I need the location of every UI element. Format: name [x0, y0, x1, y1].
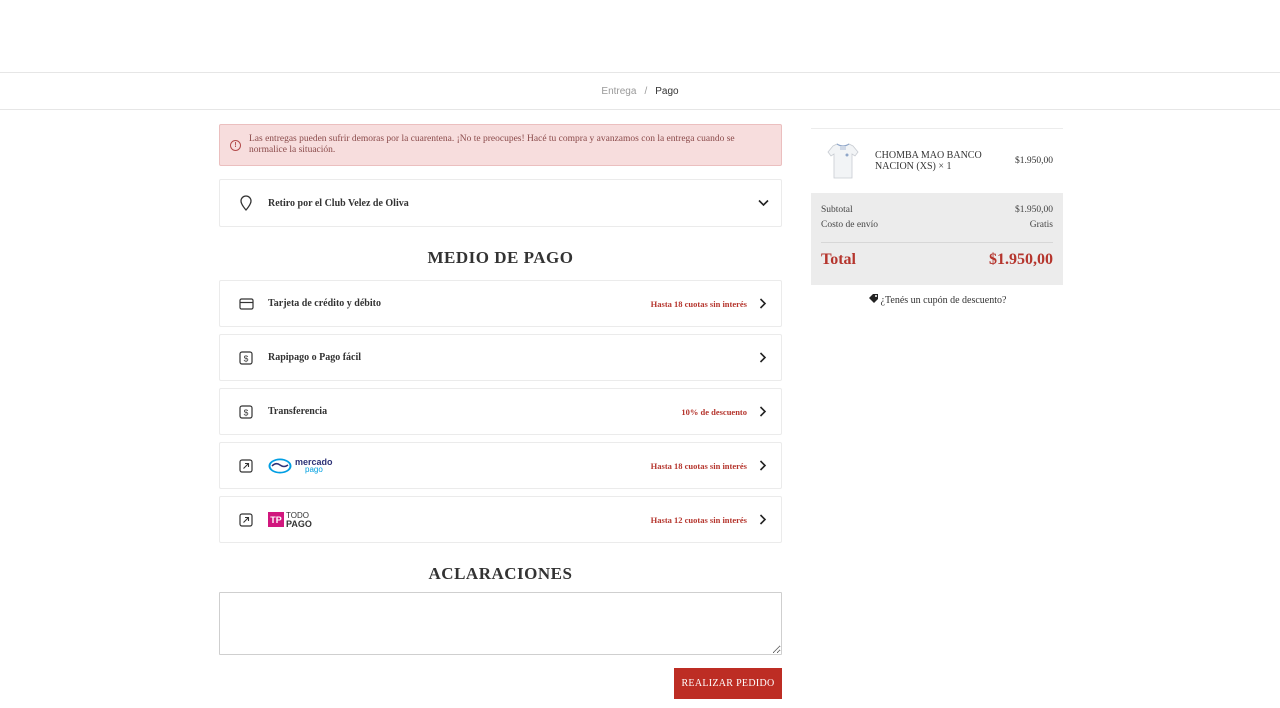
total-label: Total	[821, 251, 856, 268]
payment-option-label: Rapipago o Pago fácil	[268, 352, 362, 363]
breadcrumb-step-pago: Pago	[655, 85, 679, 97]
credit-card-icon	[238, 296, 254, 312]
payment-option-label: Tarjeta de crédito y débito	[268, 298, 381, 309]
cash-icon: $	[238, 404, 254, 420]
payment-option-card[interactable]: Tarjeta de crédito y débito Hasta 18 cuo…	[219, 280, 782, 327]
chevron-right-icon	[757, 352, 769, 364]
payment-method-list: Tarjeta de crédito y débito Hasta 18 cuo…	[219, 280, 782, 543]
cash-icon: $	[238, 350, 254, 366]
chevron-right-icon	[757, 460, 769, 472]
breadcrumb-step-entrega[interactable]: Entrega	[601, 86, 636, 97]
payment-option-promo: Hasta 18 cuotas sin interés	[650, 460, 747, 471]
chevron-right-icon	[757, 298, 769, 310]
info-circle-icon: !	[230, 139, 241, 151]
tag-icon	[868, 293, 879, 307]
payment-option-todopago[interactable]: TP TODO PAGO Hasta 12 cuotas sin interés	[219, 496, 782, 543]
payment-option-transfer[interactable]: $ Transferencia 10% de descuento	[219, 388, 782, 435]
svg-text:$: $	[244, 407, 249, 417]
payment-option-rapipago[interactable]: $ Rapipago o Pago fácil	[219, 334, 782, 381]
shipping-cost-label: Costo de envío	[821, 220, 878, 230]
mercadopago-logo: mercado pago	[268, 457, 651, 474]
shipping-option[interactable]: Retiro por el Club Velez de Oliva	[219, 179, 782, 227]
quarantine-alert: ! Las entregas pueden sufrir demoras por…	[219, 124, 782, 166]
summary-divider	[821, 242, 1053, 243]
subtotal-label: Subtotal	[821, 205, 853, 215]
location-pin-icon	[238, 195, 254, 211]
coupon-link[interactable]: ¿Tenés un cupón de descuento?	[811, 293, 1063, 307]
payment-option-label: Transferencia	[268, 406, 328, 417]
mercadopago-logo-line2: pago	[305, 464, 323, 474]
total-value: $1.950,00	[989, 251, 1053, 268]
payment-option-promo: Hasta 18 cuotas sin interés	[650, 298, 747, 309]
chevron-right-icon	[757, 406, 769, 418]
breadcrumb: Entrega / Pago	[0, 73, 1280, 110]
todopago-badge: TP	[268, 512, 284, 527]
payment-section-title: MEDIO DE PAGO	[427, 248, 574, 267]
svg-text:$: $	[244, 353, 249, 363]
order-totals: Subtotal $1.950,00 Costo de envío Gratis…	[811, 193, 1063, 285]
todopago-logo: TP TODO PAGO	[268, 511, 651, 529]
top-header	[0, 0, 1280, 73]
breadcrumb-separator: /	[644, 85, 648, 97]
product-thumbnail	[827, 143, 859, 179]
order-summary: CHOMBA MAO BANCO NACION (XS) × 1 $1.950,…	[811, 128, 1063, 307]
mercadopago-handshake-icon	[268, 458, 292, 473]
external-link-icon	[238, 512, 254, 528]
chevron-down-icon[interactable]	[757, 197, 769, 209]
external-link-icon	[238, 458, 254, 474]
payment-option-promo: Hasta 12 cuotas sin interés	[650, 514, 747, 525]
chevron-right-icon	[757, 514, 769, 526]
cart-item: CHOMBA MAO BANCO NACION (XS) × 1 $1.950,…	[811, 128, 1063, 193]
shipping-option-label: Retiro por el Club Velez de Oliva	[268, 197, 409, 209]
payment-option-promo: 10% de descuento	[681, 406, 747, 417]
todopago-logo-line2: PAGO	[286, 518, 312, 529]
cart-item-price: $1.950,00	[1015, 156, 1053, 166]
payment-option-mercadopago[interactable]: mercado pago Hasta 18 cuotas sin interés	[219, 442, 782, 489]
coupon-link-text: ¿Tenés un cupón de descuento?	[880, 294, 1007, 306]
cart-item-name: CHOMBA MAO BANCO NACION (XS) × 1	[875, 150, 982, 172]
alert-text: Las entregas pueden sufrir demoras por l…	[249, 134, 735, 155]
notes-textarea[interactable]	[219, 592, 782, 655]
checkout-main: ! Las entregas pueden sufrir demoras por…	[219, 124, 782, 699]
shipping-cost-value: Gratis	[1029, 220, 1053, 230]
notes-section-title: ACLARACIONES	[428, 564, 573, 583]
subtotal-value: $1.950,00	[1015, 205, 1053, 215]
place-order-button[interactable]: REALIZAR PEDIDO	[674, 668, 782, 699]
